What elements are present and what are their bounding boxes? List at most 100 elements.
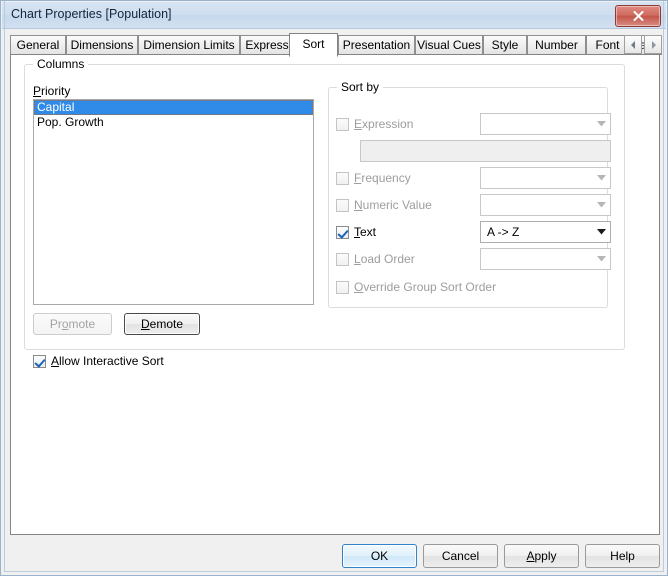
priority-listbox[interactable]: Capital Pop. Growth [33,99,314,305]
accel-char: A [51,354,60,368]
priority-label: Priority [33,84,70,98]
chevron-left-icon [630,40,635,49]
window-title: Chart Properties [Population] [11,7,172,21]
label-rest: requency [361,171,411,185]
tab-label: Dimension Limits [143,38,235,52]
tab-label: Presentation [342,38,411,52]
promote-button: Promote [33,313,112,335]
help-button[interactable]: Help [585,544,660,568]
sort-by-load-order-checkbox: Load Order [336,252,415,266]
label-rest: xpression [362,117,414,131]
help-button-label: Help [610,549,635,563]
list-item[interactable]: Pop. Growth [34,115,313,130]
tab-label: Visual Cues [417,38,481,52]
tab-label: Style [491,38,519,52]
tab-label: General [16,38,60,52]
checkbox-box[interactable] [33,354,46,368]
tab-font[interactable]: Font [586,35,629,55]
tab-sort[interactable]: Sort [289,33,338,57]
sort-by-numeric-value-label: Numeric Value [354,198,432,212]
checkbox-box [336,252,349,266]
accel-char: O [354,280,364,294]
tab-dimension-limits[interactable]: Dimension Limits [138,35,240,55]
checkbox-box[interactable] [336,225,349,239]
list-item-label: Capital [37,100,75,114]
sort-by-text-checkbox[interactable]: Text [336,225,376,239]
tab-number[interactable]: Number [527,35,586,55]
close-button[interactable] [615,5,661,27]
label-rest: oad Order [360,252,415,266]
label-rest: verride Group Sort Order [363,280,497,294]
demote-button[interactable]: Demote [124,313,200,335]
combo-value: A -> Z [487,225,520,239]
label-rest: pply [534,549,557,563]
ok-button[interactable]: OK [342,544,417,568]
list-item[interactable]: Capital [34,100,313,115]
title-bar: Chart Properties [Population] [2,2,666,29]
cancel-button[interactable]: Cancel [423,544,498,568]
sort-by-text-combo[interactable]: A -> Z [480,221,611,243]
chevron-down-icon [592,121,610,127]
sort-by-frequency-combo [480,167,611,189]
sort-by-numeric-value-combo [480,194,611,216]
label-rest: umeric Value [362,198,432,212]
override-group-sort-order-checkbox: Override Group Sort Order [336,280,496,294]
tab-style[interactable]: Style [483,35,527,55]
priority-rest: riority [41,84,71,98]
apply-button[interactable]: Apply [504,544,579,568]
tab-dimensions[interactable]: Dimensions [66,35,138,55]
priority-accel: P [33,84,42,98]
promote-accel: o [61,317,69,331]
tab-scroll-left-button[interactable] [624,35,642,54]
accel-char: N [354,198,363,212]
tab-presentation[interactable]: Presentation [338,35,415,55]
accel-char: E [354,117,363,131]
chevron-down-icon[interactable] [592,229,610,235]
sort-by-frequency-label: Frequency [354,171,411,185]
sort-by-expression-combo [480,113,611,135]
tab-visual-cues[interactable]: Visual Cues [415,35,483,55]
sort-by-groupbox-label: Sort by [337,80,384,94]
sort-by-expression-label: Expression [354,117,413,131]
apply-button-label: Apply [526,549,556,563]
ok-button-label: OK [370,549,389,563]
override-group-sort-order-label: Override Group Sort Order [354,280,496,294]
tab-label: Sort [302,37,325,51]
tab-general[interactable]: General [10,35,66,55]
checkbox-box [336,280,349,294]
accel-char: L [354,252,361,266]
chart-properties-dialog: Chart Properties [Population] General Di… [0,0,668,576]
demote-button-label: Demote [140,317,184,331]
tab-page-sort: Columns Priority Capital Pop. Growth Pro… [10,54,660,535]
sort-by-numeric-value-checkbox: Numeric Value [336,198,432,212]
label-rest: llow Interactive Sort [59,354,164,368]
expression-textfield [360,140,611,162]
tab-strip: General Dimensions Dimension Limits Expr… [10,33,662,57]
sort-by-frequency-checkbox: Frequency [336,171,411,185]
checkbox-box [336,171,349,185]
accel-char: A [526,549,535,563]
tab-label: Dimensions [70,38,134,52]
checkbox-box [336,117,349,131]
chevron-down-icon [592,202,610,208]
allow-interactive-sort-label: Allow Interactive Sort [51,354,164,368]
list-item-label: Pop. Growth [37,115,104,129]
tab-label: Font [595,38,620,52]
chevron-down-icon [592,256,610,262]
cancel-button-label: Cancel [441,549,480,563]
checkbox-box [336,198,349,212]
sort-by-load-order-combo [480,248,611,270]
promote-button-label: Promote [49,317,96,331]
chevron-down-icon [592,175,610,181]
tab-scroll-right-button[interactable] [644,35,662,54]
sort-by-text-label: Text [354,225,376,239]
sort-by-load-order-label: Load Order [354,252,415,266]
sort-by-expression-checkbox: Expression [336,117,413,131]
demote-accel: D [140,317,150,331]
chevron-right-icon [651,40,656,49]
close-icon [616,6,660,26]
tab-label: Number [535,38,578,52]
columns-groupbox-label: Columns [33,57,89,71]
allow-interactive-sort-checkbox[interactable]: Allow Interactive Sort [33,354,164,368]
label-rest: ext [360,225,377,239]
